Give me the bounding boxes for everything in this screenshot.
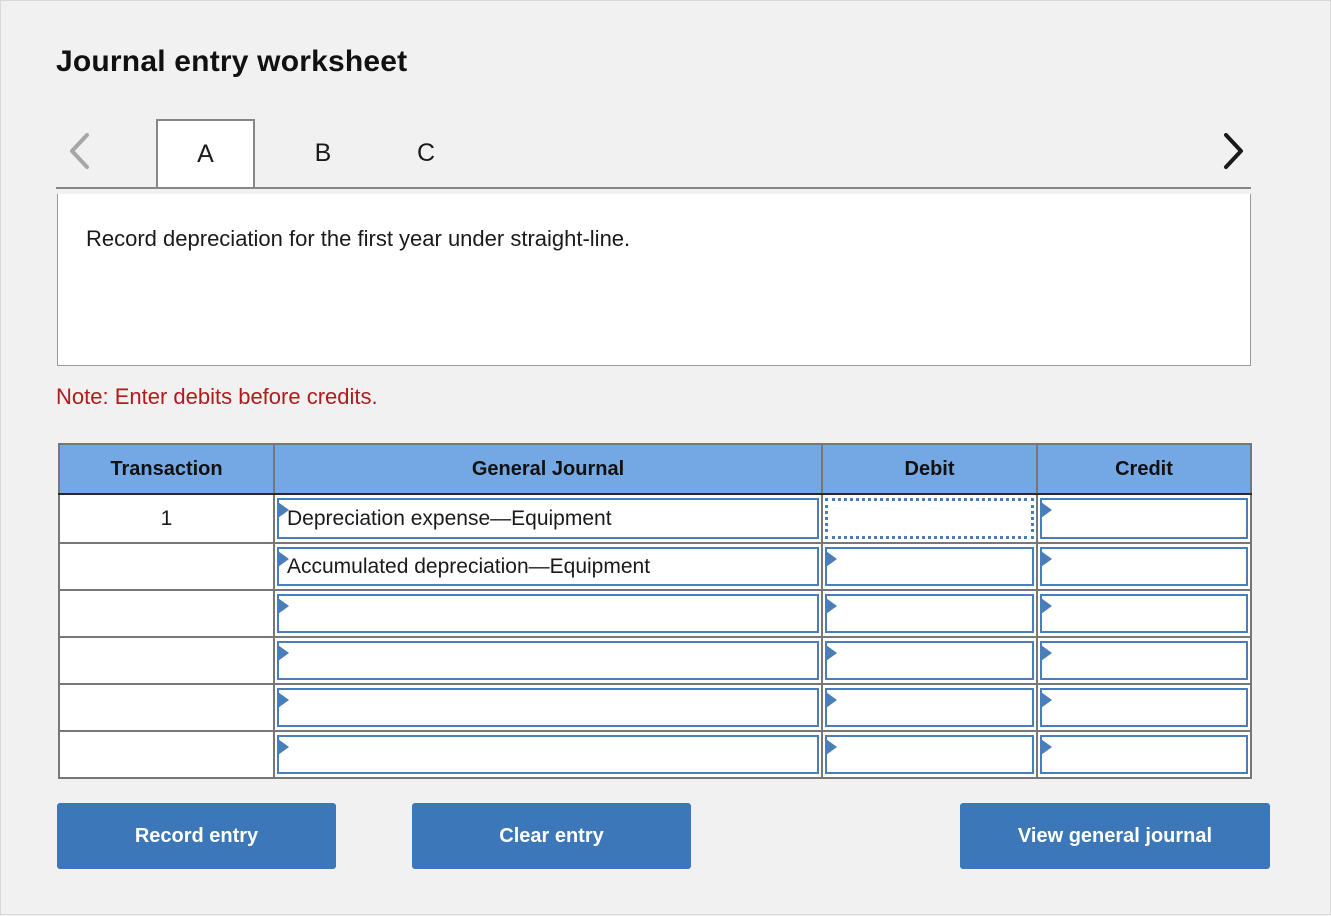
general-journal-cell[interactable]: Accumulated depreciation—Equipment bbox=[273, 542, 823, 591]
table-header-row: Transaction General Journal Debit Credit bbox=[58, 443, 1252, 495]
credit-cell[interactable] bbox=[1036, 589, 1252, 638]
general-journal-cell[interactable] bbox=[273, 730, 823, 779]
debit-cell[interactable] bbox=[821, 636, 1038, 685]
general-journal-account-name: Accumulated depreciation—Equipment bbox=[287, 554, 651, 578]
table-row bbox=[58, 589, 1252, 638]
general-journal-cell[interactable] bbox=[273, 683, 823, 732]
table-row: 1 Depreciation expense—Equipment bbox=[58, 493, 1252, 544]
tab-c[interactable]: C bbox=[391, 119, 461, 187]
transaction-number-cell bbox=[58, 636, 275, 685]
tab-c-label: C bbox=[416, 138, 436, 167]
column-header-credit: Credit bbox=[1036, 443, 1252, 495]
credit-cell[interactable] bbox=[1036, 542, 1252, 591]
tab-a-label: A bbox=[197, 139, 214, 168]
dropdown-triangle-icon bbox=[1042, 502, 1052, 518]
table-row: Accumulated depreciation—Equipment bbox=[58, 542, 1252, 591]
clear-entry-button[interactable]: Clear entry bbox=[412, 803, 691, 869]
dropdown-triangle-icon bbox=[279, 551, 289, 567]
dropdown-triangle-icon bbox=[827, 645, 837, 661]
debits-before-credits-note: Note: Enter debits before credits. bbox=[56, 384, 378, 409]
dropdown-triangle-icon bbox=[827, 598, 837, 614]
view-general-journal-button[interactable]: View general journal bbox=[960, 803, 1270, 869]
page-title: Journal entry worksheet bbox=[56, 45, 408, 78]
transaction-number-cell bbox=[58, 542, 275, 591]
credit-cell[interactable] bbox=[1036, 730, 1252, 779]
transaction-number-cell bbox=[58, 589, 275, 638]
credit-cell[interactable] bbox=[1036, 493, 1252, 544]
tab-b-label: B bbox=[314, 138, 332, 167]
dropdown-triangle-icon bbox=[1042, 739, 1052, 755]
column-header-transaction: Transaction bbox=[58, 443, 275, 495]
dropdown-triangle-icon bbox=[827, 551, 837, 567]
column-header-general-journal: General Journal bbox=[273, 443, 823, 495]
general-journal-cell[interactable]: Depreciation expense—Equipment bbox=[273, 493, 823, 544]
dropdown-triangle-icon bbox=[1042, 598, 1052, 614]
credit-cell[interactable] bbox=[1036, 636, 1252, 685]
general-journal-cell[interactable] bbox=[273, 589, 823, 638]
tab-strip: A B C bbox=[56, 115, 1251, 193]
journal-entry-table: Transaction General Journal Debit Credit… bbox=[58, 443, 1252, 779]
dropdown-triangle-icon bbox=[279, 692, 289, 708]
debit-cell[interactable] bbox=[821, 542, 1038, 591]
debit-cell[interactable] bbox=[821, 589, 1038, 638]
dropdown-triangle-icon bbox=[827, 692, 837, 708]
debit-cell[interactable] bbox=[821, 493, 1038, 544]
dropdown-triangle-icon bbox=[279, 645, 289, 661]
transaction-number-cell: 1 bbox=[58, 493, 275, 544]
transaction-number-cell bbox=[58, 730, 275, 779]
record-entry-button[interactable]: Record entry bbox=[57, 803, 336, 869]
dropdown-triangle-icon bbox=[1042, 551, 1052, 567]
dropdown-triangle-icon bbox=[1042, 692, 1052, 708]
transaction-description-panel: Record depreciation for the first year u… bbox=[57, 194, 1251, 366]
tab-strip-underline bbox=[56, 187, 1251, 189]
journal-entry-worksheet-page: Journal entry worksheet A B C Record dep… bbox=[1, 1, 1331, 916]
table-row bbox=[58, 683, 1252, 732]
dropdown-triangle-icon bbox=[827, 739, 837, 755]
debit-cell[interactable] bbox=[821, 730, 1038, 779]
dropdown-triangle-icon bbox=[1032, 503, 1034, 519]
dropdown-triangle-icon bbox=[1042, 645, 1052, 661]
general-journal-cell[interactable] bbox=[273, 636, 823, 685]
previous-tab-arrow-icon[interactable] bbox=[56, 115, 104, 187]
credit-cell[interactable] bbox=[1036, 683, 1252, 732]
debit-cell[interactable] bbox=[821, 683, 1038, 732]
tab-a[interactable]: A bbox=[156, 119, 255, 187]
table-row bbox=[58, 636, 1252, 685]
transaction-description-text: Record depreciation for the first year u… bbox=[86, 226, 631, 251]
transaction-number-cell bbox=[58, 683, 275, 732]
action-button-row: Record entry Clear entry View general jo… bbox=[57, 803, 1270, 869]
column-header-debit: Debit bbox=[821, 443, 1038, 495]
debit-input-selected bbox=[825, 498, 1034, 539]
dropdown-triangle-icon bbox=[279, 739, 289, 755]
table-row bbox=[58, 730, 1252, 779]
next-tab-arrow-icon[interactable] bbox=[1208, 115, 1256, 187]
dropdown-triangle-icon bbox=[279, 502, 289, 518]
tab-b[interactable]: B bbox=[288, 119, 358, 187]
general-journal-account-name: Depreciation expense—Equipment bbox=[287, 506, 612, 530]
dropdown-triangle-icon bbox=[279, 598, 289, 614]
